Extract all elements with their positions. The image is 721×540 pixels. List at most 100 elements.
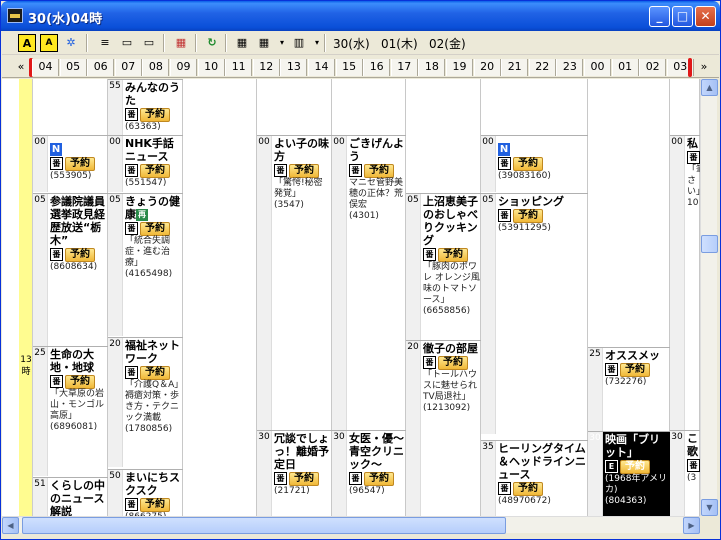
- program-cell[interactable]: 55 みんなのうた番予約 (63363): [108, 79, 183, 135]
- size-grip[interactable]: [700, 516, 717, 533]
- reserve-button[interactable]: 予約: [289, 472, 319, 486]
- program-cell[interactable]: 00 ごきげんよう番予約 マニセ管野美穂の正体？荒俣宏 (4301): [332, 135, 406, 430]
- hour-tab[interactable]: 14: [308, 59, 335, 76]
- panel-view-icon[interactable]: ▭: [140, 34, 158, 52]
- program-cell[interactable]: 30 映画「ブリット」 E 予約 (1968年アメリカ) (804363): [588, 431, 670, 516]
- sparkle-icon[interactable]: ✲: [62, 34, 80, 52]
- hour-tab[interactable]: 10: [197, 59, 225, 76]
- minimize-button[interactable]: _: [649, 6, 670, 27]
- hour-tab[interactable]: 15: [335, 59, 363, 76]
- program-cell[interactable]: 00 N 番予約 (39083160): [481, 135, 588, 192]
- hour-tab[interactable]: 16: [363, 59, 391, 76]
- program-info-icon[interactable]: 番: [349, 472, 362, 485]
- program-cell[interactable]: 05 きょうの健康再番予約 「統合失調症・進む治療」 (4165498): [108, 193, 183, 336]
- scroll-up-button[interactable]: ▲: [701, 79, 718, 96]
- program-info-icon[interactable]: 番: [423, 356, 436, 369]
- program-info-icon[interactable]: 番: [498, 157, 511, 170]
- program-cell[interactable]: 00 NHK手話ニュース番予約 (551547): [108, 135, 183, 192]
- program-cell[interactable]: 05 上沼恵美子のおしゃべりクッキング番予約 「豚肉のポワレ オレンジ風味のトマトソ…: [406, 193, 481, 340]
- reserve-button[interactable]: 予約: [513, 209, 543, 223]
- program-info-icon[interactable]: E: [605, 460, 618, 473]
- layout-dropdown-icon[interactable]: ▦: [255, 34, 273, 52]
- program-cell[interactable]: 20 徹子の部屋番予約 「トールハウスに魅せられTV局退社」 (1213092): [406, 340, 481, 516]
- hour-tab[interactable]: 11: [225, 59, 253, 76]
- hour-tab[interactable]: 08: [142, 59, 170, 76]
- horizontal-scrollbar[interactable]: ◀ ▶: [2, 516, 700, 534]
- chevron-down-icon[interactable]: ▾: [273, 34, 291, 52]
- program-cell[interactable]: 35 ヒーリングタイム＆ヘッドラインニュース番予約 (48970672): [481, 440, 588, 516]
- reserve-button[interactable]: 予約: [140, 164, 170, 178]
- font-small-icon[interactable]: A: [40, 34, 58, 52]
- grid-icon[interactable]: ▦: [233, 34, 251, 52]
- reserve-button[interactable]: 予約: [620, 460, 650, 474]
- font-large-icon[interactable]: A: [18, 34, 36, 52]
- program-info-icon[interactable]: 番: [50, 375, 63, 388]
- hour-tab[interactable]: 20: [473, 59, 501, 76]
- program-info-icon[interactable]: 番: [274, 472, 287, 485]
- program-info-icon[interactable]: 番: [605, 363, 618, 376]
- program-info-icon[interactable]: 番: [498, 482, 511, 495]
- window-view-icon[interactable]: ▭: [118, 34, 136, 52]
- grid-color-icon[interactable]: ▦: [172, 34, 190, 52]
- program-cell[interactable]: 30 冗談でしょっ！離婚予定日番予約 (21721): [257, 430, 332, 516]
- reserve-button[interactable]: 予約: [513, 157, 543, 171]
- program-cell[interactable]: 50まいにちスクスク番予約(866275): [108, 469, 183, 516]
- program-cell[interactable]: 25 生命の大地・地球番予約 「大草原の岩山・モンゴル高原」 (6896081): [33, 346, 108, 476]
- reserve-button[interactable]: 予約: [438, 356, 468, 370]
- hour-tab[interactable]: 05: [59, 59, 87, 76]
- scroll-down-button[interactable]: ▼: [701, 499, 718, 516]
- program-info-icon[interactable]: 番: [423, 248, 436, 261]
- hour-tab[interactable]: 06: [87, 59, 115, 76]
- horizontal-scroll-thumb[interactable]: [22, 517, 506, 534]
- hour-tab[interactable]: 09: [170, 59, 197, 76]
- reserve-button[interactable]: 予約: [438, 248, 468, 262]
- program-cell[interactable]: 51くらしの中のニュース解説番予約: [33, 477, 108, 516]
- reserve-button[interactable]: 予約: [140, 498, 170, 512]
- hour-tab[interactable]: 19: [446, 59, 473, 76]
- program-info-icon[interactable]: 番: [349, 164, 362, 177]
- hour-tab[interactable]: 00: [584, 59, 611, 76]
- program-info-icon[interactable]: 番: [687, 151, 700, 164]
- program-info-icon[interactable]: 番: [125, 108, 138, 121]
- hour-tab[interactable]: 22: [528, 59, 556, 76]
- reserve-button[interactable]: 予約: [65, 157, 95, 171]
- hour-tab[interactable]: 02: [639, 59, 667, 76]
- reserve-button[interactable]: 予約: [364, 472, 394, 486]
- program-info-icon[interactable]: 番: [50, 248, 63, 261]
- scroll-right-button[interactable]: ▶: [683, 517, 700, 534]
- book-icon[interactable]: ▥: [290, 34, 308, 52]
- vertical-scroll-thumb[interactable]: [701, 235, 718, 253]
- program-cell[interactable]: 05 参議院議員選挙政見経歴放送“栃木” 番予約 (8608634): [33, 193, 108, 346]
- hour-tab[interactable]: 12: [252, 59, 280, 76]
- scroll-left-button[interactable]: ◀: [2, 517, 19, 534]
- reserve-button[interactable]: 予約: [65, 248, 95, 262]
- program-cell[interactable]: 00私番予約「筆さい」10: [670, 135, 700, 430]
- program-info-icon[interactable]: 番: [125, 366, 138, 379]
- program-info-icon[interactable]: 番: [50, 157, 63, 170]
- program-info-icon[interactable]: 番: [687, 459, 700, 472]
- hour-tab[interactable]: 17: [390, 59, 418, 76]
- reserve-button[interactable]: 予約: [620, 363, 650, 377]
- program-cell[interactable]: 30 女医・優～青空クリニック～番予約 (96547): [332, 430, 406, 516]
- hour-tab[interactable]: 01: [611, 59, 639, 76]
- hour-tab[interactable]: 21: [501, 59, 529, 76]
- date-link-01[interactable]: 01(木): [381, 35, 418, 52]
- hour-next-arrow[interactable]: »: [695, 59, 713, 76]
- reserve-button[interactable]: 予約: [364, 164, 394, 178]
- title-bar[interactable]: 30(水)04時 _ □ ✕: [1, 1, 720, 31]
- date-link-30[interactable]: 30(水): [333, 35, 370, 52]
- list-view-icon[interactable]: ≡: [96, 34, 114, 52]
- vertical-scrollbar[interactable]: ▲ ▼: [700, 79, 718, 516]
- maximize-button[interactable]: □: [672, 6, 693, 27]
- program-cell[interactable]: 25 オススメッ番予約 (732276): [588, 347, 670, 431]
- program-cell[interactable]: 00 よい子の味方番予約 「驚愕!秘密発覚」 (3547): [257, 135, 332, 430]
- hour-tab[interactable]: 23: [556, 59, 584, 76]
- program-info-icon[interactable]: 番: [125, 498, 138, 511]
- program-info-icon[interactable]: 番: [125, 164, 138, 177]
- close-button[interactable]: ✕: [695, 6, 716, 27]
- reserve-button[interactable]: 予約: [140, 366, 170, 380]
- hour-tab[interactable]: 18: [418, 59, 446, 76]
- reserve-button[interactable]: 予約: [140, 222, 170, 236]
- date-link-02[interactable]: 02(金): [429, 35, 466, 52]
- program-cell[interactable]: 20 福祉ネットワーク番予約 「介護Q＆A」褥瘡対策・歩き方・テクニック満載 (178…: [108, 337, 183, 467]
